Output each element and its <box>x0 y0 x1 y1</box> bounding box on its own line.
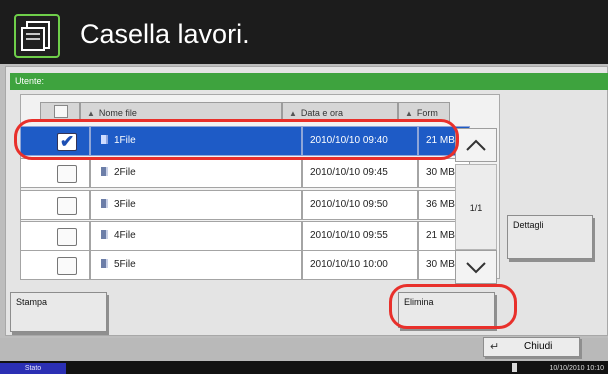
print-button[interactable]: Stampa <box>10 292 107 332</box>
table-row[interactable]: 3File 2010/10/10 09:50 36 MB <box>20 188 470 222</box>
document-icon <box>101 230 108 239</box>
document-icon <box>101 199 108 208</box>
page-indicator: 1/1 <box>455 164 497 250</box>
memory-card-icon <box>512 363 517 372</box>
user-bar: Utente: <box>10 73 608 90</box>
status-button[interactable]: Stato <box>0 363 66 374</box>
sort-arrow-icon: ▲ <box>289 109 297 118</box>
select-all-checkbox[interactable] <box>54 105 68 118</box>
row-checkbox[interactable] <box>57 165 77 183</box>
sort-arrow-icon: ▲ <box>405 109 413 118</box>
file-name-cell[interactable]: 2File <box>90 158 302 188</box>
scroll-down-button[interactable] <box>455 250 497 284</box>
date-cell[interactable]: 2010/10/10 10:00 <box>302 250 418 280</box>
document-icon <box>101 259 108 268</box>
enter-key-icon: ↵ <box>490 341 500 353</box>
chevron-down-icon <box>466 262 486 274</box>
document-icon <box>101 167 108 176</box>
file-name-cell[interactable]: 5File <box>90 250 302 280</box>
sort-arrow-icon: ▲ <box>87 109 95 118</box>
row-checkbox[interactable] <box>57 228 77 246</box>
row-checkbox[interactable] <box>57 257 77 275</box>
checkbox-cell[interactable] <box>20 190 90 220</box>
date-cell[interactable]: 2010/10/10 09:55 <box>302 221 418 251</box>
button-highlight <box>389 284 517 329</box>
close-button[interactable]: ↵ Chiudi <box>483 337 580 357</box>
file-name-cell[interactable]: 4File <box>90 221 302 251</box>
row-highlight <box>14 119 459 160</box>
table-row[interactable]: 2File 2010/10/10 09:45 30 MB <box>20 156 470 190</box>
job-box-icon <box>14 14 60 58</box>
row-checkbox[interactable] <box>57 197 77 215</box>
date-cell[interactable]: 2010/10/10 09:45 <box>302 158 418 188</box>
date-cell[interactable]: 2010/10/10 09:50 <box>302 190 418 220</box>
scroll-up-button[interactable] <box>455 128 497 162</box>
clock: 10/10/2010 10:10 <box>549 365 605 372</box>
checkbox-cell[interactable] <box>20 158 90 188</box>
table-row[interactable]: 5File 2010/10/10 10:00 30 MB <box>20 248 470 282</box>
page-title: Casella lavori. <box>80 19 250 49</box>
details-button[interactable]: Dettagli <box>507 215 593 259</box>
file-name-cell[interactable]: 3File <box>90 190 302 220</box>
chevron-up-icon <box>466 139 486 151</box>
checkbox-cell[interactable] <box>20 221 90 251</box>
checkbox-cell[interactable] <box>20 250 90 280</box>
